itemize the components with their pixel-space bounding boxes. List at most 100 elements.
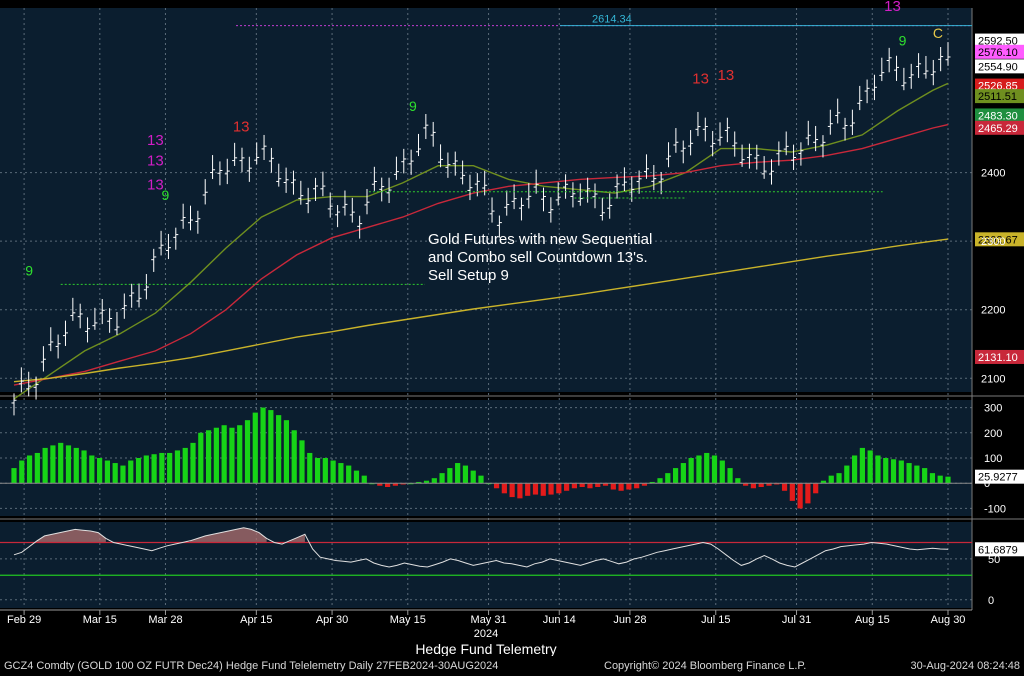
price-axis-label: 2465.29 bbox=[975, 120, 1024, 135]
osc-bar bbox=[501, 483, 507, 494]
osc-bar bbox=[182, 447, 188, 484]
osc-bar bbox=[205, 430, 212, 484]
osc-bar bbox=[937, 475, 943, 484]
osc-bar bbox=[58, 442, 64, 484]
osc-bar bbox=[268, 410, 274, 484]
chart-root: 2614.34 2592.50 2576.10 2554.90 2526.85 2511.… bbox=[0, 0, 1024, 676]
x-tick-label: Jun 28 bbox=[613, 614, 646, 626]
osc-bar bbox=[781, 483, 788, 491]
osc-tick-label: 100 bbox=[984, 453, 1002, 465]
osc-bar bbox=[509, 483, 515, 498]
osc-bar bbox=[65, 445, 72, 484]
x-tick-label: May 31 bbox=[471, 614, 507, 626]
osc-bar bbox=[42, 447, 48, 484]
osc-bar bbox=[727, 468, 733, 484]
osc-bar bbox=[548, 483, 554, 495]
osc-bar bbox=[260, 407, 266, 484]
price-axis-label-text: 2465.29 bbox=[978, 123, 1018, 135]
price-axis-label: 2131.10 bbox=[975, 349, 1024, 364]
price-tick-label: 2300 bbox=[981, 236, 1005, 248]
osc-bar bbox=[805, 483, 811, 504]
osc-bar bbox=[19, 460, 25, 484]
osc-bar bbox=[704, 452, 710, 484]
annotation-text-line: and Combo sell Countdown 13's. bbox=[428, 249, 648, 266]
osc-bar bbox=[447, 468, 453, 484]
osc-bar bbox=[859, 447, 865, 484]
osc-bar bbox=[314, 458, 321, 484]
x-tick-label: Jul 31 bbox=[782, 614, 811, 626]
annotation-text-line: Sell Setup 9 bbox=[428, 267, 509, 284]
annotation-text-line: Gold Futures with new Sequential bbox=[428, 231, 652, 248]
count-label: 13 bbox=[147, 153, 164, 170]
osc-bar bbox=[50, 445, 56, 484]
count-label: 13 bbox=[233, 118, 250, 135]
x-axis-year: 2024 bbox=[474, 628, 498, 640]
osc-bar bbox=[750, 483, 757, 489]
osc-bar bbox=[556, 483, 562, 494]
osc-bar bbox=[898, 460, 904, 484]
osc-bar bbox=[680, 463, 686, 484]
x-tick-label: May 15 bbox=[390, 614, 426, 626]
osc-bar bbox=[431, 478, 437, 484]
price-axis-label-text: 2131.10 bbox=[978, 352, 1018, 364]
osc-bar bbox=[517, 483, 523, 499]
osc-bar bbox=[299, 440, 305, 484]
osc-bar bbox=[836, 473, 842, 484]
osc-bar bbox=[618, 483, 624, 491]
x-tick-label: Aug 30 bbox=[931, 614, 966, 626]
price-tick-label: 2400 bbox=[981, 168, 1005, 180]
price-axis-label: 2576.10 bbox=[975, 44, 1024, 59]
price-tick-label: 2200 bbox=[981, 305, 1005, 317]
osc-bar bbox=[711, 455, 718, 484]
footer-timestamp: 30-Aug-2024 08:24:48 bbox=[910, 660, 1020, 672]
osc-bar bbox=[190, 442, 196, 484]
price-axis-label-text: 2554.90 bbox=[978, 61, 1018, 73]
x-tick-label: Aug 15 bbox=[855, 614, 890, 626]
osc-bar bbox=[167, 452, 173, 484]
osc-bar bbox=[120, 465, 126, 484]
osc-bar bbox=[532, 483, 539, 495]
osc-bar bbox=[97, 458, 103, 484]
osc-bar bbox=[229, 427, 235, 484]
osc-bar bbox=[564, 483, 570, 491]
osc-bar bbox=[353, 470, 360, 484]
osc-bar bbox=[797, 483, 803, 509]
count-label: 9 bbox=[162, 187, 170, 203]
osc-bar bbox=[322, 458, 328, 484]
osc-bar bbox=[626, 483, 632, 490]
osc-bar bbox=[906, 463, 912, 484]
osc-bar bbox=[735, 478, 741, 484]
osc-bar bbox=[540, 483, 546, 496]
osc-bar bbox=[867, 450, 873, 484]
panel-rsi-background bbox=[0, 522, 972, 608]
x-tick-label: Jul 15 bbox=[701, 614, 730, 626]
osc-bar bbox=[875, 455, 881, 484]
count-label: 13 bbox=[692, 70, 709, 87]
price-axis-label-text: 2483.30 bbox=[978, 110, 1018, 122]
rsi-last-value: 61.6879 bbox=[975, 542, 1024, 557]
osc-bar bbox=[135, 458, 142, 484]
price-axis-label-text: 2576.10 bbox=[978, 47, 1018, 59]
osc-bar bbox=[307, 452, 313, 484]
osc-bar bbox=[11, 468, 17, 484]
price-axis-label: 2483.30 bbox=[975, 108, 1024, 123]
osc-bar bbox=[198, 432, 204, 484]
price-axis-label: 2554.90 bbox=[975, 59, 1024, 74]
osc-bar bbox=[914, 465, 920, 484]
osc-bar bbox=[104, 460, 110, 484]
rsi-last-value-text: 61.6879 bbox=[978, 544, 1018, 556]
osc-last-value-text: 25.9277 bbox=[978, 472, 1018, 484]
osc-last-value: 25.9277 bbox=[975, 469, 1024, 484]
osc-bar bbox=[244, 420, 251, 484]
osc-bar bbox=[813, 483, 819, 494]
count-label: 9 bbox=[25, 262, 33, 278]
footer-bar: GCZ4 Comdty (GOLD 100 OZ FUTR Dec24) Hed… bbox=[0, 656, 1024, 676]
osc-bar bbox=[525, 483, 531, 496]
x-tick-label: Jun 14 bbox=[543, 614, 576, 626]
osc-bar bbox=[665, 473, 671, 484]
osc-bar bbox=[634, 483, 640, 489]
osc-bar bbox=[883, 458, 889, 484]
osc-bar bbox=[672, 468, 679, 484]
osc-bar bbox=[346, 465, 352, 484]
osc-bar bbox=[478, 475, 484, 484]
